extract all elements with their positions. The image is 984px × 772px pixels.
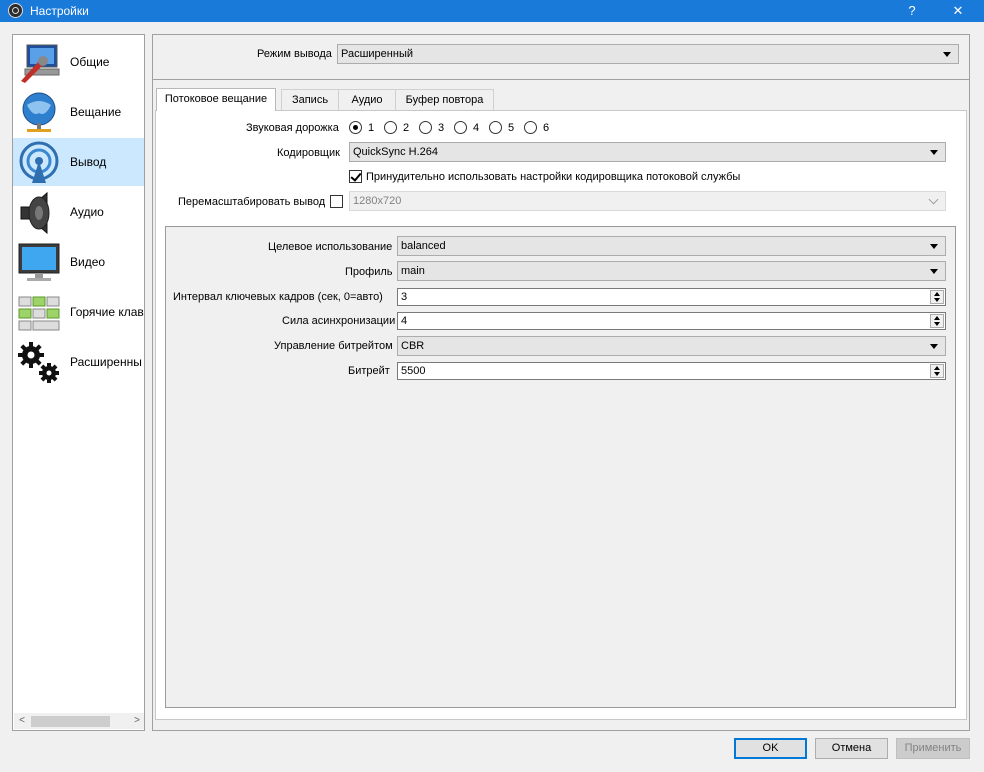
rate-control-select[interactable]: CBR bbox=[397, 336, 946, 356]
help-button[interactable]: ? bbox=[895, 0, 929, 22]
sidebar-item-label: Горячие клав bbox=[70, 305, 144, 319]
chevron-down-icon bbox=[928, 194, 939, 205]
arrow-up-icon bbox=[934, 366, 940, 370]
obs-logo-icon bbox=[8, 3, 23, 18]
output-mode-value: Расширенный bbox=[341, 48, 413, 60]
sidebar-item-label: Вывод bbox=[70, 155, 107, 169]
output-icon bbox=[19, 141, 59, 183]
scroll-right-button[interactable]: > bbox=[129, 713, 144, 729]
sidebar-item-general[interactable]: Общие bbox=[13, 38, 144, 86]
profile-value: main bbox=[401, 265, 425, 277]
apply-button[interactable]: Применить bbox=[896, 738, 970, 759]
bitrate-stepper[interactable]: 5500 bbox=[397, 362, 946, 380]
general-icon bbox=[21, 44, 60, 83]
gears-icon bbox=[18, 342, 59, 383]
output-mode-select[interactable]: Расширенный bbox=[337, 44, 959, 64]
arrow-up-icon bbox=[934, 316, 940, 320]
keyframe-interval-label: Интервал ключевых кадров (сек, 0=авто) bbox=[173, 291, 383, 303]
cancel-button[interactable]: Отмена bbox=[815, 738, 888, 759]
sidebar-item-label: Видео bbox=[70, 255, 106, 269]
sidebar-item-label: Аудио bbox=[70, 205, 104, 219]
chevron-down-icon bbox=[930, 150, 938, 155]
encoder-value: QuickSync H.264 bbox=[353, 146, 438, 158]
audio-track-option-label: 3 bbox=[438, 122, 445, 134]
tab-recording[interactable]: Запись bbox=[281, 89, 339, 110]
title-bar: Настройки ? ✕ bbox=[0, 0, 984, 22]
async-depth-stepper[interactable]: 4 bbox=[397, 312, 946, 330]
encoder-label: Кодировщик bbox=[277, 147, 340, 159]
audio-track-radio-5[interactable] bbox=[489, 121, 502, 134]
scroll-thumb[interactable] bbox=[31, 716, 110, 727]
profile-label: Профиль bbox=[345, 266, 393, 278]
stepper-buttons[interactable] bbox=[930, 314, 944, 328]
horizontal-scrollbar[interactable]: < > bbox=[14, 713, 144, 729]
sidebar-item-audio[interactable]: Аудио bbox=[13, 188, 144, 236]
chevron-down-icon bbox=[943, 52, 951, 57]
target-usage-value: balanced bbox=[401, 240, 446, 252]
audio-track-label: Звуковая дорожка bbox=[246, 122, 339, 134]
async-depth-label: Сила асинхронизации bbox=[282, 315, 396, 327]
audio-track-radio-3[interactable] bbox=[419, 121, 432, 134]
enforce-service-settings-label[interactable]: Принудительно использовать настройки код… bbox=[366, 171, 740, 183]
sidebar-item-broadcast[interactable]: Вещание bbox=[13, 88, 144, 136]
sidebar-item-label: Вещание bbox=[70, 105, 122, 119]
audio-track-radio-4[interactable] bbox=[454, 121, 467, 134]
chevron-down-icon bbox=[930, 344, 938, 349]
sidebar-item-label: Общие bbox=[70, 55, 110, 69]
rate-control-value: CBR bbox=[401, 340, 425, 352]
enforce-service-settings-checkbox[interactable] bbox=[349, 170, 362, 183]
monitor-icon bbox=[18, 243, 60, 281]
rate-control-label: Управление битрейтом bbox=[274, 340, 393, 352]
audio-track-radio-2[interactable] bbox=[384, 121, 397, 134]
bitrate-value: 5500 bbox=[401, 365, 426, 377]
async-depth-value: 4 bbox=[401, 315, 408, 327]
target-usage-select[interactable]: balanced bbox=[397, 236, 946, 256]
audio-track-option-label: 4 bbox=[473, 122, 480, 134]
tab-streaming[interactable]: Потоковое вещание bbox=[156, 88, 276, 111]
output-mode-label: Режим вывода bbox=[257, 48, 332, 60]
sidebar-item-label: Расширенны bbox=[70, 355, 142, 369]
arrow-down-icon bbox=[934, 298, 940, 302]
divider bbox=[153, 79, 969, 80]
profile-select[interactable]: main bbox=[397, 261, 946, 281]
hotkeys-icon bbox=[18, 296, 60, 331]
tab-replay-buffer[interactable]: Буфер повтора bbox=[395, 89, 494, 110]
sidebar-item-hotkeys[interactable]: Горячие клав bbox=[13, 288, 144, 336]
stepper-buttons[interactable] bbox=[930, 364, 944, 378]
audio-track-option-label: 5 bbox=[508, 122, 515, 134]
broadcast-icon bbox=[22, 92, 56, 132]
rescale-resolution-select: 1280x720 bbox=[349, 191, 946, 211]
close-button[interactable]: ✕ bbox=[941, 0, 975, 22]
target-usage-label: Целевое использование bbox=[268, 241, 393, 253]
keyframe-interval-value: 3 bbox=[401, 291, 408, 303]
audio-track-radio-1[interactable] bbox=[349, 121, 362, 134]
arrow-up-icon bbox=[934, 292, 940, 296]
stepper-buttons[interactable] bbox=[930, 290, 944, 304]
chevron-down-icon bbox=[930, 244, 938, 249]
settings-category-list[interactable]: Общие Вещание Вывод Аудио Видео Горячие … bbox=[12, 34, 145, 731]
keyframe-interval-stepper[interactable]: 3 bbox=[397, 288, 946, 306]
bitrate-label: Битрейт bbox=[348, 365, 390, 377]
rescale-resolution-value: 1280x720 bbox=[353, 195, 402, 207]
encoder-select[interactable]: QuickSync H.264 bbox=[349, 142, 946, 162]
speaker-icon bbox=[20, 191, 50, 235]
window-title: Настройки bbox=[30, 4, 89, 18]
sidebar-item-output[interactable]: Вывод bbox=[13, 138, 144, 186]
rescale-label[interactable]: Перемасштабировать вывод bbox=[178, 196, 325, 208]
arrow-down-icon bbox=[934, 322, 940, 326]
chevron-down-icon bbox=[930, 269, 938, 274]
audio-track-option-label: 6 bbox=[543, 122, 550, 134]
sidebar-item-video[interactable]: Видео bbox=[13, 238, 144, 286]
rescale-checkbox[interactable] bbox=[330, 195, 343, 208]
scroll-left-button[interactable]: < bbox=[14, 713, 30, 729]
audio-track-option-label: 1 bbox=[368, 122, 375, 134]
sidebar-item-advanced[interactable]: Расширенны bbox=[13, 338, 144, 386]
audio-track-option-label: 2 bbox=[403, 122, 410, 134]
audio-track-radio-6[interactable] bbox=[524, 121, 537, 134]
tab-audio[interactable]: Аудио bbox=[338, 89, 396, 110]
arrow-down-icon bbox=[934, 372, 940, 376]
ok-button[interactable]: OK bbox=[734, 738, 807, 759]
